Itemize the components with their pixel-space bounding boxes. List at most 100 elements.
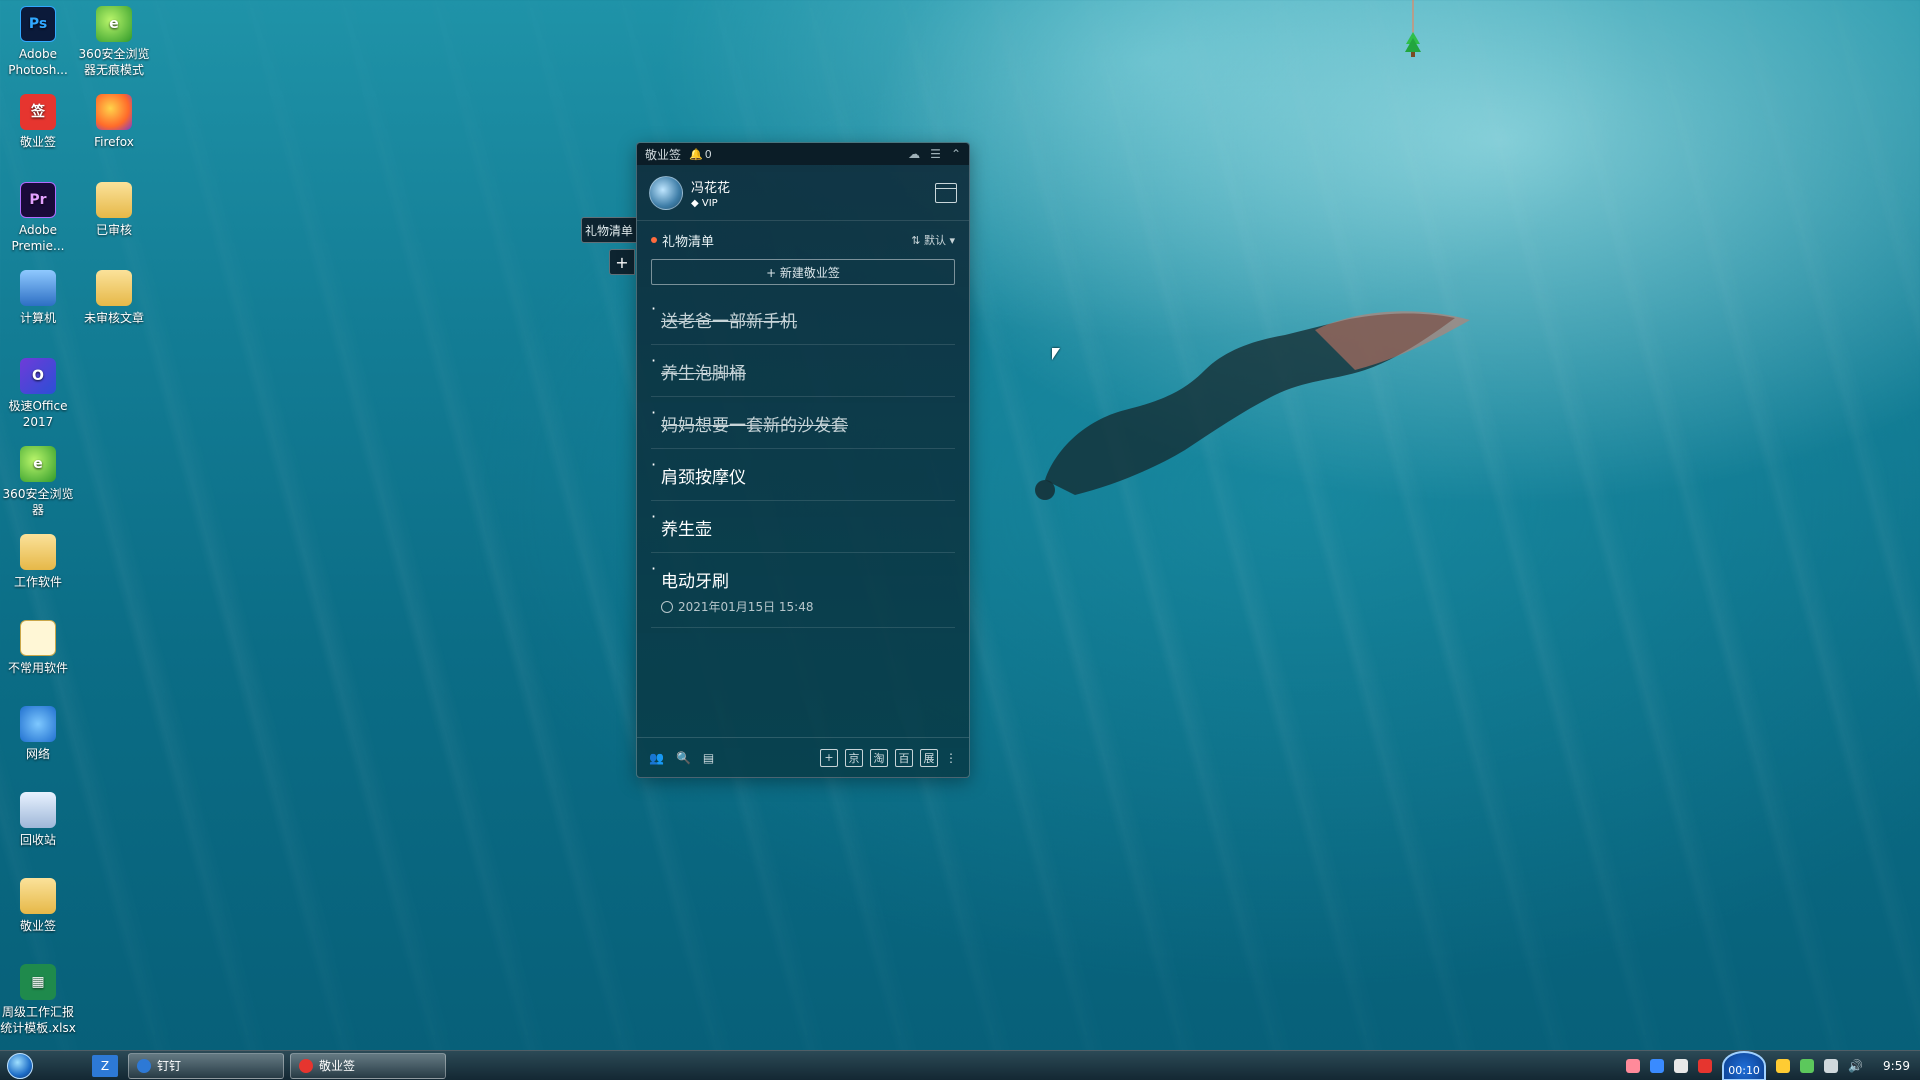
list-item[interactable]: 养生壶 <box>651 501 955 553</box>
calendar-icon[interactable] <box>935 182 957 203</box>
recycle-bin-icon <box>20 792 56 828</box>
new-note-button[interactable]: + 新建敬业签 <box>651 259 955 285</box>
note-list: 送老爸一部新手机 养生泡脚桶 妈妈想要一套新的沙发套 肩颈按摩仪 养生壶 电动牙… <box>637 293 969 628</box>
item-text: 养生泡脚桶 <box>661 364 746 384</box>
list-item[interactable]: 电动牙刷 2021年01月15日 15:48 <box>651 553 955 628</box>
desktop-icon-label: 计算机 <box>19 311 56 325</box>
item-text: 肩颈按摩仪 <box>661 468 746 488</box>
tray-app-icon[interactable] <box>1674 1058 1689 1073</box>
excel-icon: ▦ <box>20 964 56 1000</box>
desktop-icon-label: 极速Office 2017 <box>8 399 68 429</box>
list-item[interactable]: 妈妈想要一套新的沙发套 <box>651 397 955 449</box>
desktop-icon-jingyeqian[interactable]: 签 敬业签 <box>0 88 76 150</box>
add-icon[interactable]: + <box>820 748 838 767</box>
clock-time[interactable]: 9:59 <box>1883 1059 1910 1073</box>
user-header: 冯花花 ◆ VIP <box>637 165 969 221</box>
360-browser-icon: e <box>20 446 56 482</box>
desktop-icon-unreviewed[interactable]: 未审核文章 <box>76 264 152 326</box>
desktop-icon-office[interactable]: O 极速Office 2017 <box>0 352 76 430</box>
jd-icon[interactable]: 京 <box>845 748 863 767</box>
windows-orb-icon <box>7 1052 33 1079</box>
tray-flower-icon[interactable] <box>1626 1058 1641 1073</box>
desktop-icon-network[interactable]: 网络 <box>0 700 76 762</box>
baidu-icon[interactable]: 百 <box>895 748 913 767</box>
tray-jingyeqian-icon[interactable] <box>1698 1058 1713 1073</box>
computer-icon <box>20 270 56 306</box>
desktop-icon-photoshop[interactable]: Ps Adobe Photosh... <box>0 0 76 78</box>
desktop-icon-excel[interactable]: ▦ 周级工作汇报统计模板.xlsx <box>0 958 76 1036</box>
tray-shield-icon[interactable] <box>1650 1058 1665 1073</box>
taobao-icon[interactable]: 淘 <box>870 748 888 767</box>
search-icon[interactable]: 🔍 <box>676 751 691 765</box>
taskbar-button-dingtalk[interactable]: 钉钉 <box>128 1052 284 1079</box>
timer-badge[interactable]: 00:10 <box>1722 1050 1767 1080</box>
desktop-icon-360[interactable]: e 360安全浏览器 <box>0 440 76 518</box>
list-item[interactable]: 肩颈按摩仪 <box>651 449 955 501</box>
avatar[interactable] <box>649 175 683 210</box>
start-button[interactable] <box>0 1051 40 1080</box>
desktop-icon-label: 不常用软件 <box>7 661 68 675</box>
list-title: 礼物清单 <box>662 234 715 250</box>
sort-dropdown[interactable]: ⇅ 默认 ▾ <box>911 232 955 248</box>
taskbar-button-jingyeqian[interactable]: 敬业签 <box>290 1052 446 1079</box>
desktop-icon-label: Adobe Photosh... <box>8 47 68 77</box>
sort-label: 默认 <box>923 234 946 247</box>
desktop-icon-work-software[interactable]: 工作软件 <box>0 528 76 590</box>
taskbar-button-label: 敬业签 <box>319 1059 356 1073</box>
diamond-icon: ◆ <box>691 197 699 209</box>
desktop-icon-label: Adobe Premie... <box>11 223 65 253</box>
tray-security-icon[interactable] <box>1800 1058 1815 1073</box>
cloud-icon[interactable]: ☁ <box>908 147 920 161</box>
desktop-icon-premiere[interactable]: Pr Adobe Premie... <box>0 176 76 254</box>
tray-360-icon[interactable] <box>1776 1058 1791 1073</box>
more-icon[interactable]: ⋮ <box>945 751 957 765</box>
folder-icon <box>20 878 56 914</box>
notes-icon[interactable]: ▤ <box>703 751 714 765</box>
360-browser-icon: e <box>96 6 132 42</box>
side-tab-gift-list[interactable]: 礼物清单 <box>581 217 637 243</box>
folder-icon <box>20 620 56 656</box>
premiere-icon: Pr <box>20 182 56 218</box>
expand-icon[interactable]: 展 <box>920 748 938 767</box>
vip-badge: VIP <box>701 197 718 209</box>
item-text: 送老爸一部新手机 <box>661 312 797 332</box>
taskbar: Z 钉钉 敬业签 00:10 🔊 9:59 <box>0 1050 1920 1080</box>
item-text: 电动牙刷 <box>661 572 729 592</box>
widget-titlebar[interactable]: 敬业签 🔔 0 ☁ ☰ ⌃ <box>637 143 969 165</box>
list-dot-icon <box>651 237 657 243</box>
system-tray: 00:10 🔊 9:59 <box>1626 1050 1920 1080</box>
desktop-icon-360-incognito[interactable]: e 360安全浏览器无痕模式 <box>76 0 152 78</box>
menu-icon[interactable]: ☰ <box>930 147 941 161</box>
desktop-icon-reviewed[interactable]: 已审核 <box>76 176 152 238</box>
desktop-icon-label: 周级工作汇报统计模板.xlsx <box>0 1005 76 1035</box>
desktop-icon-label: 网络 <box>25 747 50 761</box>
desktop-icon-label: 回收站 <box>19 833 56 847</box>
desktop-icon-computer[interactable]: 计算机 <box>0 264 76 326</box>
side-add-button[interactable]: + <box>609 249 635 275</box>
contacts-icon[interactable]: 👥 <box>649 751 664 765</box>
network-icon <box>20 706 56 742</box>
item-text: 妈妈想要一套新的沙发套 <box>661 416 848 436</box>
desktop-icon-rare-software[interactable]: 不常用软件 <box>0 614 76 676</box>
desktop-icon-firefox[interactable]: Firefox <box>76 88 152 150</box>
office-icon: O <box>20 358 56 394</box>
desktop-icon-recycle-bin[interactable]: 回收站 <box>0 786 76 848</box>
list-item[interactable]: 养生泡脚桶 <box>651 345 955 397</box>
collapse-icon[interactable]: ⌃ <box>951 147 961 161</box>
diver-image <box>1035 311 1470 500</box>
desktop-icon-label: Firefox <box>94 135 134 149</box>
folder-icon <box>20 534 56 570</box>
folder-icon <box>96 270 132 306</box>
quick-launch-icon[interactable]: Z <box>92 1054 118 1077</box>
widget-title: 敬业签 <box>645 147 682 162</box>
tray-network-icon[interactable] <box>1824 1058 1839 1073</box>
user-name: 冯花花 <box>691 180 731 196</box>
jingyeqian-widget: 敬业签 🔔 0 ☁ ☰ ⌃ 冯花花 ◆ VIP 礼物清单 ⇅ 默认 ▾ + 新建… <box>636 142 970 778</box>
volume-icon[interactable]: 🔊 <box>1848 1059 1863 1073</box>
list-item[interactable]: 送老爸一部新手机 <box>651 293 955 345</box>
bell-icon[interactable]: 🔔 <box>689 148 703 161</box>
desktop-icons: Ps Adobe Photosh... e 360安全浏览器无痕模式 签 敬业签… <box>0 0 160 1050</box>
firefox-icon <box>96 94 132 130</box>
desktop-icon-jingyeqian-folder[interactable]: 敬业签 <box>0 872 76 934</box>
item-text: 养生壶 <box>661 520 712 540</box>
